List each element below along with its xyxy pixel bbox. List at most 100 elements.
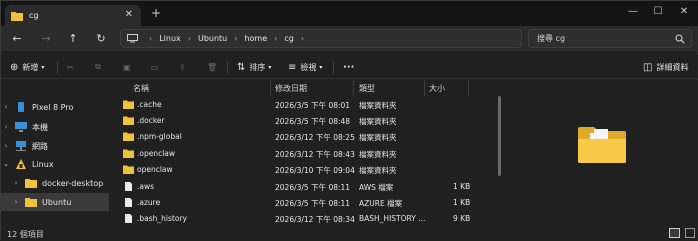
large-icons-view-icon[interactable]	[685, 228, 695, 238]
close-window-button[interactable]: ✕	[674, 4, 694, 20]
maximize-button[interactable]: ☐	[648, 4, 668, 20]
chevron-right-icon[interactable]: ›	[1, 142, 11, 150]
breadcrumb-home[interactable]: home	[244, 34, 267, 43]
sort-icon: ⇅	[237, 61, 246, 73]
share-button[interactable]: ⇪	[179, 60, 186, 74]
add-icon: ⊕	[10, 61, 19, 73]
view-button[interactable]: ≡ 檢視 ▾	[288, 60, 322, 74]
column-divider[interactable]	[270, 80, 271, 96]
tab-cg[interactable]: cg ✕	[5, 5, 141, 26]
refresh-button[interactable]: ↻	[92, 30, 110, 48]
toolbar-divider	[227, 61, 228, 74]
file-row[interactable]: .npm-global 2026/3/12 下午 08:25 檔案資料夾	[113, 129, 497, 145]
sort-button[interactable]: ⇅ 排序 ▾	[237, 60, 271, 74]
file-icon	[125, 214, 132, 223]
file-row[interactable]: .cache 2026/3/5 下午 08:01 檔案資料夾	[113, 97, 497, 113]
new-tab-button[interactable]: +	[151, 6, 161, 20]
minimize-button[interactable]: —	[623, 4, 643, 20]
column-header-name[interactable]: 名稱	[133, 80, 149, 96]
file-name: .cache	[137, 100, 162, 109]
file-explorer-window: cg ✕ + — ☐ ✕ ← → ↑ ↻ › Linux › Ubuntu › …	[0, 0, 698, 241]
sidebar-item-label: Pixel 8 Pro	[32, 102, 74, 112]
file-modified: 2026/3/10 下午 09:04	[275, 166, 355, 175]
column-header-modified[interactable]: 修改日期	[275, 80, 307, 96]
file-type: BASH_HISTORY ...	[359, 214, 426, 223]
file-row[interactable]: .bash_history 2026/3/12 下午 08:34 BASH_HI…	[113, 211, 497, 227]
pc-icon	[15, 122, 27, 132]
view-label: 檢視	[300, 62, 317, 72]
more-button[interactable]: ···	[343, 60, 354, 74]
address-bar[interactable]: › Linux › Ubuntu › home › cg ›	[120, 29, 522, 48]
breadcrumb-separator-icon: ›	[300, 34, 305, 43]
file-type: AZURE 檔案	[359, 199, 403, 208]
forward-button[interactable]: →	[37, 30, 55, 48]
view-icon: ≡	[288, 61, 297, 73]
search-placeholder: 搜尋 cg	[537, 34, 566, 43]
network-icon	[16, 141, 26, 151]
copy-button[interactable]: ⧉	[95, 60, 101, 74]
command-bar: ⊕ 新增 ▾ ✂ ⧉ ▣ ▭ ⇪ 🗑 ⇅ 排序 ▾ ≡ 檢視 ▾ ··· ◫ 詳…	[1, 55, 698, 79]
breadcrumb-linux[interactable]: Linux	[159, 34, 181, 43]
chevron-right-icon[interactable]: ›	[1, 103, 11, 111]
title-bar: cg ✕ + — ☐ ✕	[1, 1, 698, 26]
file-type: 檔案資料夾	[359, 150, 397, 159]
tab-close-icon[interactable]: ✕	[125, 9, 133, 20]
rename-icon: ▭	[151, 62, 159, 72]
details-view-icon[interactable]	[669, 228, 680, 238]
file-row[interactable]: .openclaw 2026/3/12 下午 08:43 檔案資料夾	[113, 146, 497, 162]
vertical-scrollbar[interactable]	[498, 96, 501, 176]
column-divider[interactable]	[468, 80, 469, 96]
chevron-down-icon: ▾	[41, 63, 45, 71]
breadcrumb-separator-icon: ›	[234, 34, 238, 43]
sidebar-item-linux[interactable]: ⌄ Linux	[1, 155, 109, 173]
folder-icon	[123, 100, 134, 109]
sidebar-item-label: 本機	[32, 122, 48, 132]
paste-button[interactable]: ▣	[123, 60, 131, 74]
new-button[interactable]: ⊕ 新增 ▾	[10, 60, 44, 74]
sidebar-item-network[interactable]: › 網路	[1, 137, 109, 155]
details-pane	[504, 80, 698, 226]
file-row[interactable]: .docker 2026/3/5 下午 08:48 檔案資料夾	[113, 113, 497, 129]
file-icon	[125, 182, 132, 191]
details-pane-button[interactable]: ◫ 詳細資料	[643, 60, 688, 74]
sidebar-item-pixel-8-pro[interactable]: › Pixel 8 Pro	[1, 98, 109, 116]
file-row[interactable]: .azure 2026/3/5 下午 08:11 AZURE 檔案 1 KB	[113, 195, 497, 211]
navigation-pane: › Pixel 8 Pro › 本機 › 網路 ⌄ Linux › docker…	[1, 80, 109, 226]
up-button[interactable]: ↑	[64, 30, 82, 48]
column-divider[interactable]	[353, 80, 354, 96]
file-row[interactable]: .aws 2026/3/5 下午 08:11 AWS 檔案 1 KB	[113, 179, 497, 195]
cut-button[interactable]: ✂	[67, 60, 74, 74]
file-name: .openclaw	[137, 149, 176, 158]
sidebar-item-label: docker-desktop	[42, 178, 104, 188]
search-input[interactable]: 搜尋 cg	[528, 29, 692, 48]
file-name: .bash_history	[137, 214, 187, 223]
file-size: 1 KB	[453, 182, 471, 191]
sidebar-item-this-pc[interactable]: › 本機	[1, 118, 109, 136]
chevron-right-icon[interactable]: ›	[11, 198, 21, 206]
column-header-size[interactable]: 大小	[429, 80, 445, 96]
file-modified: 2026/3/5 下午 08:48	[275, 117, 351, 126]
more-icon: ···	[343, 61, 355, 73]
file-row[interactable]: openclaw 2026/3/10 下午 09:04 檔案資料夾	[113, 162, 497, 178]
sidebar-item-label: Linux	[32, 159, 54, 169]
file-size: 9 KB	[453, 214, 471, 223]
chevron-right-icon[interactable]: ›	[11, 179, 21, 187]
file-type: 檔案資料夾	[359, 166, 397, 175]
breadcrumb-ubuntu[interactable]: Ubuntu	[198, 34, 227, 43]
breadcrumb-cg[interactable]: cg	[284, 34, 293, 43]
chevron-right-icon[interactable]: ›	[1, 123, 11, 131]
chevron-down-icon: ▾	[319, 63, 323, 71]
delete-button[interactable]: 🗑	[207, 60, 217, 74]
trash-icon: 🗑	[207, 62, 218, 72]
sidebar-item-docker-desktop[interactable]: › docker-desktop	[1, 174, 109, 192]
file-type: 檔案資料夾	[359, 117, 397, 126]
file-name: openclaw	[137, 165, 173, 174]
sidebar-item-ubuntu[interactable]: › Ubuntu	[1, 193, 109, 211]
copy-icon: ⧉	[95, 62, 101, 71]
column-divider[interactable]	[424, 80, 425, 96]
chevron-down-icon[interactable]: ⌄	[1, 160, 11, 168]
rename-button[interactable]: ▭	[151, 60, 159, 74]
folder-icon	[123, 116, 134, 125]
column-header-type[interactable]: 類型	[359, 80, 375, 96]
back-button[interactable]: ←	[8, 30, 26, 48]
